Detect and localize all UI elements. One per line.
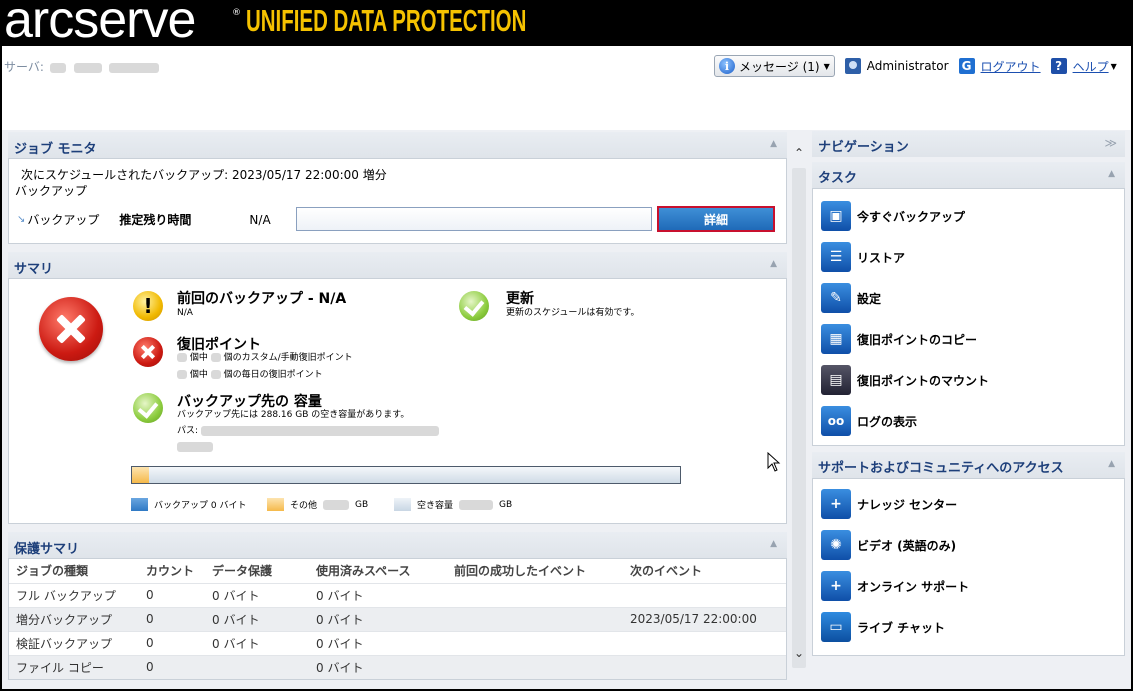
header-toolbar: i メッセージ (1) ▼ Administrator G ログアウト ? ヘル… xyxy=(714,54,1117,78)
recovery-custom-line: 個中 個のカスタム/手動復旧ポイント xyxy=(177,352,353,364)
job-monitor-header[interactable]: ジョブ モニタ ▲ xyxy=(8,132,787,158)
registered-mark: ® xyxy=(232,8,241,18)
col-next-event: 次のイベント xyxy=(630,564,703,579)
table-row[interactable]: 増分バックアップ 0 0 バイト 0 バイト 2023/05/17 22:00:00 xyxy=(9,606,786,631)
error-status-icon xyxy=(39,297,103,361)
user-icon xyxy=(844,58,861,74)
support-video[interactable]: ✺ ビデオ (英語のみ) xyxy=(821,530,956,560)
col-job-type: ジョブの種類 xyxy=(16,564,89,579)
arcserve-logo: arcserve xyxy=(4,0,196,49)
support-header[interactable]: サポートおよびコミュニティへのアクセス ▲ xyxy=(812,452,1125,478)
username: Administrator xyxy=(866,59,949,73)
logout-icon[interactable]: G xyxy=(958,58,975,74)
scrollbar-thumb[interactable] xyxy=(792,168,806,668)
legend-free: 空き容量 GB xyxy=(394,498,512,511)
glasses-icon: oo xyxy=(821,406,851,436)
capacity-other-fill xyxy=(132,467,149,483)
table-row[interactable]: フル バックアップ 0 0 バイト 0 バイト xyxy=(9,582,786,607)
summary-panel: ! 前回のバックアップ - N/A N/A 更新 更新のスケジュールは有効です。… xyxy=(8,278,787,524)
database-icon: ☰ xyxy=(821,242,851,272)
support-online[interactable]: + オンライン サポート xyxy=(821,571,969,601)
task-view-logs[interactable]: oo ログの表示 xyxy=(821,406,917,436)
col-used-space: 使用済みスペース xyxy=(316,564,411,579)
backup-job-icon: ↘ xyxy=(17,214,26,225)
destination-path-cont xyxy=(177,441,213,453)
summary-header[interactable]: サマリ ▲ xyxy=(8,252,787,278)
destination-free-space: バックアップ先には 288.16 GB の空き容量があります。 xyxy=(177,410,410,420)
chat-icon: ▭ xyxy=(821,612,851,642)
protection-summary-header[interactable]: 保護サマリ ▲ xyxy=(8,532,787,558)
update-title: 更新 xyxy=(506,291,534,307)
expand-icon[interactable]: ≫ xyxy=(1104,136,1117,150)
error-icon xyxy=(133,337,163,367)
details-button[interactable]: 詳細 xyxy=(657,206,775,232)
table-row[interactable]: 検証バックアップ 0 0 バイト 0 バイト xyxy=(9,630,786,655)
blurred-text xyxy=(49,62,66,73)
support-live-chat[interactable]: ▭ ライブ チャット xyxy=(821,612,945,642)
table-row[interactable]: ファイル コピー 0 0 バイト xyxy=(9,654,786,679)
help-dropdown-icon[interactable]: ▼ xyxy=(1111,62,1117,71)
blurred-text xyxy=(109,62,160,73)
dropdown-arrow-icon: ▼ xyxy=(823,61,830,71)
help-icon[interactable]: ? xyxy=(1050,58,1067,74)
legend-backup: バックアップ 0 バイト xyxy=(131,498,246,511)
mouse-cursor-icon xyxy=(767,452,781,472)
disk-icon: ▤ xyxy=(821,365,851,395)
destination-path: パス: xyxy=(177,425,439,437)
task-backup-now[interactable]: ▣ 今すぐバックアップ xyxy=(821,201,965,231)
info-icon: i xyxy=(719,58,735,74)
check-icon xyxy=(459,291,489,321)
job-progress-bar xyxy=(296,207,652,231)
last-backup-title: 前回のバックアップ - N/A xyxy=(177,291,347,307)
col-last-success: 前回の成功したイベント xyxy=(454,564,587,579)
plus-icon: + xyxy=(821,489,851,519)
task-mount-recovery-point[interactable]: ▤ 復旧ポイントのマウント xyxy=(821,365,989,395)
main-scrollbar[interactable]: ⌃ ⌄ xyxy=(790,130,808,691)
col-count: カウント xyxy=(146,564,195,579)
recovery-daily-line: 個中 個の毎日の復旧ポイント xyxy=(177,369,323,381)
navigation-header[interactable]: ナビゲーション ≫ xyxy=(812,131,1125,157)
scheduled-backup-text: 次にスケジュールされたバックアップ: 2023/05/17 22:00:00 増… xyxy=(15,168,387,198)
collapse-icon[interactable]: ▲ xyxy=(770,539,777,549)
help-link[interactable]: ヘルプ xyxy=(1073,58,1109,75)
collapse-icon[interactable]: ▲ xyxy=(1108,459,1115,469)
job-row: ↘ バックアップ 推定残り時間 N/A xyxy=(17,212,271,228)
blurred-text xyxy=(73,62,102,73)
job-monitor-panel: 次にスケジュールされたバックアップ: 2023/05/17 22:00:00 増… xyxy=(8,158,787,244)
messages-button[interactable]: i メッセージ (1) ▼ xyxy=(714,55,835,77)
recovery-points-title: 復旧ポイント xyxy=(177,337,261,353)
check-icon xyxy=(133,393,163,423)
top-banner: arcserve ® UNIFIED DATA PROTECTION xyxy=(0,0,1133,49)
task-copy-recovery-point[interactable]: ▦ 復旧ポイントのコピー xyxy=(821,324,977,354)
legend-other: その他 GB xyxy=(267,498,368,511)
monitor-icon: ▣ xyxy=(821,201,851,231)
protection-summary-panel: ジョブの種類 カウント データ保護 使用済みスペース 前回の成功したイベント 次… xyxy=(8,558,787,680)
col-data-protected: データ保護 xyxy=(212,564,273,579)
tasks-header[interactable]: タスク ▲ xyxy=(812,162,1125,188)
scroll-up-icon[interactable]: ⌃ xyxy=(792,146,806,160)
capacity-bar xyxy=(131,466,681,484)
logout-link[interactable]: ログアウト xyxy=(981,58,1041,75)
collapse-icon[interactable]: ▲ xyxy=(770,139,777,149)
last-backup-value: N/A xyxy=(177,308,193,318)
support-panel: + ナレッジ センター ✺ ビデオ (英語のみ) + オンライン サポート ▭ … xyxy=(812,478,1125,656)
film-reel-icon: ✺ xyxy=(821,530,851,560)
product-name: UNIFIED DATA PROTECTION xyxy=(246,3,527,38)
update-status: 更新のスケジュールは有効です。 xyxy=(506,308,640,318)
scroll-down-icon[interactable]: ⌄ xyxy=(792,646,806,660)
warning-icon: ! xyxy=(133,291,163,321)
table-header-row: ジョブの種類 カウント データ保護 使用済みスペース 前回の成功したイベント 次… xyxy=(9,559,786,583)
task-restore[interactable]: ☰ リストア xyxy=(821,242,905,272)
destination-capacity-title: バックアップ先の 容量 xyxy=(177,394,322,410)
collapse-icon[interactable]: ▲ xyxy=(770,259,777,269)
protection-summary-table: ジョブの種類 カウント データ保護 使用済みスペース 前回の成功したイベント 次… xyxy=(9,559,786,679)
collapse-icon[interactable]: ▲ xyxy=(1108,169,1115,179)
task-settings[interactable]: ✎ 設定 xyxy=(821,283,881,313)
support-knowledge-center[interactable]: + ナレッジ センター xyxy=(821,489,957,519)
plus-icon: + xyxy=(821,571,851,601)
tasks-panel: ▣ 今すぐバックアップ ☰ リストア ✎ 設定 ▦ 復旧ポイントのコピー ▤ 復… xyxy=(812,188,1125,446)
server-label: サーバ: xyxy=(4,58,160,75)
wrench-icon: ✎ xyxy=(821,283,851,313)
grid-icon: ▦ xyxy=(821,324,851,354)
